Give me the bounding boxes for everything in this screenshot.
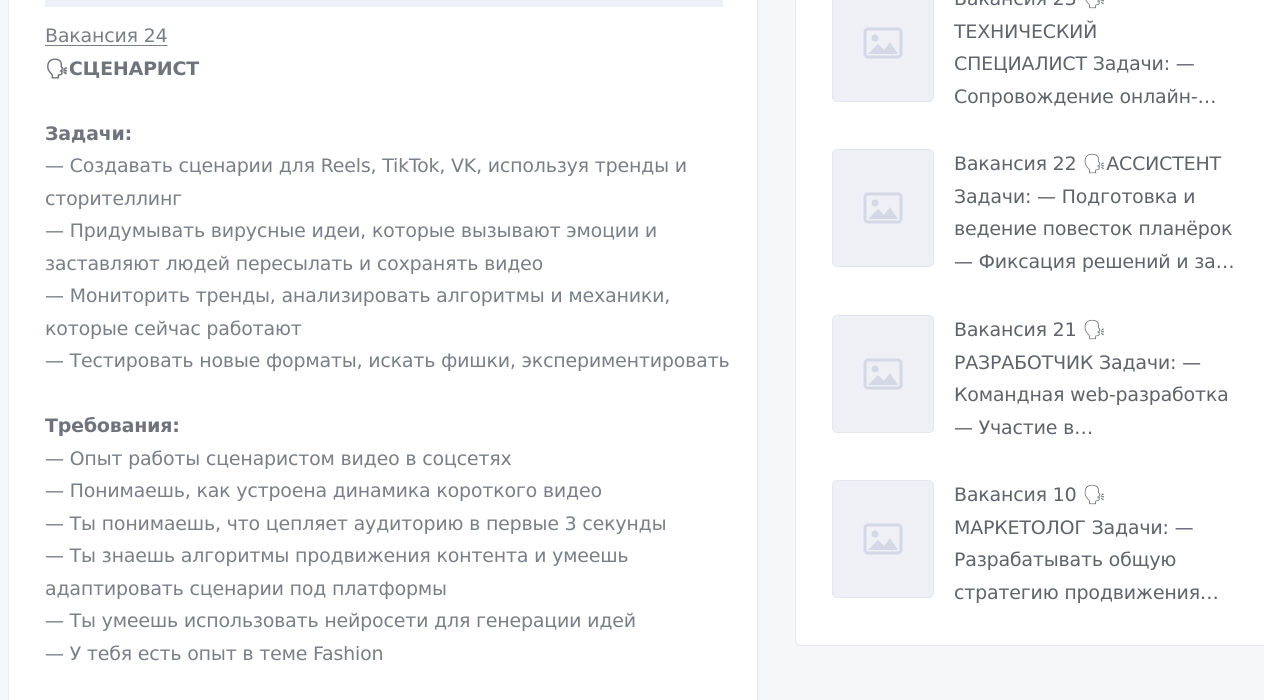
requirement-line: — Ты умеешь использовать нейросети для г… [45,610,636,632]
requirement-line: — Опыт работы сценаристом видео в соцсет… [45,447,512,470]
task-line: которые сейчас работают [45,317,302,340]
card-line: СПЕЦИАЛИСТ Задачи: — [954,53,1195,75]
requirement-line: — Понимаешь, как устроена динамика корот… [45,480,602,502]
requirement-line: — Ты знаешь алгоритмы продвижения контен… [45,545,629,567]
card-line: Сопровождение онлайн-… [954,85,1217,108]
image-placeholder-icon [863,27,903,59]
related-vacancy-text[interactable]: Вакансия 21 🗣 РАЗРАБОТЧИК Задачи: — Кома… [954,314,1244,444]
card-line: Командная web-разработка [954,384,1229,406]
task-line: — Мониторить тренды, анализировать алгор… [45,285,671,307]
card-line: — Фиксация решений и за… [954,250,1235,273]
image-placeholder-icon [863,358,903,390]
requirement-line: — Ты понимаешь, что цепляет аудиторию в … [45,512,667,535]
card-line: МАРКЕТОЛОГ Задачи: — [954,516,1194,539]
related-vacancy-card[interactable]: Вакансия 10 🗣 МАРКЕТОЛОГ Задачи: — Разра… [832,480,1264,610]
card-line: РАЗРАБОТЧИК Задачи: — [954,351,1201,374]
card-line: стратегию продвижения… [954,581,1219,604]
top-image-placeholder [45,0,723,7]
vacancy-thumbnail[interactable] [832,0,934,102]
related-vacancy-card[interactable]: Вакансия 23 🗣 ТЕХНИЧЕСКИЙ СПЕЦИАЛИСТ Зад… [832,0,1264,114]
task-line: — Создавать сценарии для Reels, TikTok, … [45,155,687,177]
vacancy-article: Вакансия 24 🗣СЦЕНАРИСТ Задачи: — Создава… [8,0,758,700]
card-line: Вакансия 21 🗣 [954,319,1107,341]
card-line: Вакансия 10 🗣 [954,484,1107,506]
image-placeholder-icon [863,192,903,224]
card-line: ТЕХНИЧЕСКИЙ [954,20,1098,43]
vacancy-link[interactable]: Вакансия 24 [45,25,168,47]
vacancy-content: Вакансия 24 🗣СЦЕНАРИСТ Задачи: — Создава… [45,20,745,670]
vacancy-thumbnail[interactable] [832,480,934,598]
requirement-line: адаптировать сценарии под платформы [45,577,447,600]
related-vacancy-card[interactable]: Вакансия 21 🗣 РАЗРАБОТЧИК Задачи: — Кома… [832,315,1264,445]
requirement-line: — У тебя есть опыт в теме Fashion [45,642,384,665]
card-line: Вакансия 23 🗣 [954,0,1244,16]
related-vacancy-card[interactable]: Вакансия 22 🗣АССИСТЕНТ Задачи: — Подгото… [832,149,1264,279]
vacancy-title: 🗣СЦЕНАРИСТ [45,57,200,80]
task-line: — Тестировать новые форматы, искать фишк… [45,350,730,372]
image-placeholder-icon [863,523,903,555]
vacancy-thumbnail[interactable] [832,149,934,267]
tasks-heading: Задачи: [45,122,133,145]
card-line: Разрабатывать общую [954,549,1177,571]
task-line: — Придумывать вирусные идеи, которые выз… [45,220,658,242]
task-line: заставляют людей пересылать и сохранять … [45,252,544,275]
related-vacancy-text[interactable]: Вакансия 22 🗣АССИСТЕНТ Задачи: — Подгото… [954,148,1244,278]
task-line: сторителлинг [45,187,182,210]
requirements-heading: Требования: [45,415,180,437]
card-line: ведение повесток планёрок [954,218,1233,240]
card-line: Вакансия 22 🗣АССИСТЕНТ [954,153,1221,175]
card-line: — Участие в… [954,416,1093,439]
related-vacancy-text[interactable]: Вакансия 23 🗣 ТЕХНИЧЕСКИЙ СПЕЦИАЛИСТ Зад… [954,0,1244,113]
related-vacancy-text[interactable]: Вакансия 10 🗣 МАРКЕТОЛОГ Задачи: — Разра… [954,479,1244,609]
card-line: Задачи: — Подготовка и [954,185,1196,208]
vacancy-thumbnail[interactable] [832,315,934,433]
